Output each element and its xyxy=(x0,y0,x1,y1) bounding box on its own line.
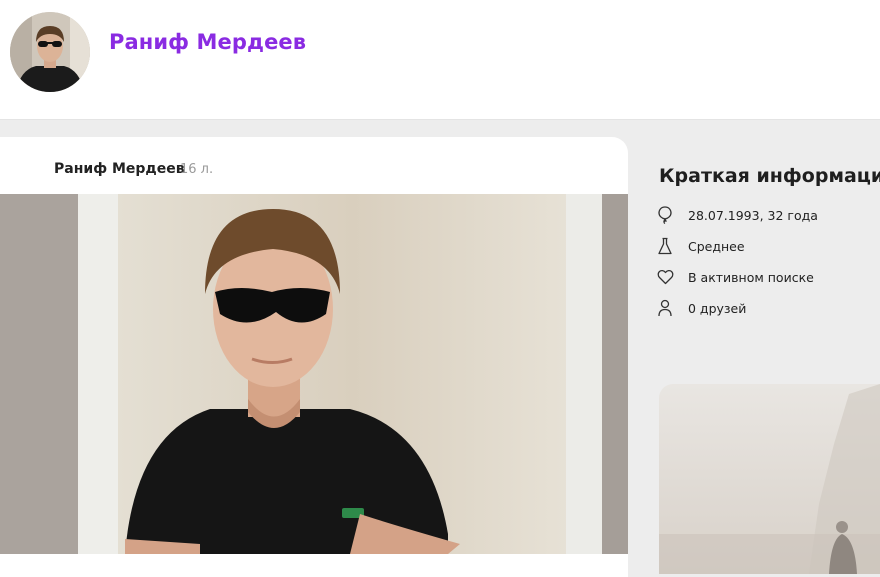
balloon-icon xyxy=(656,206,674,224)
post-author[interactable]: Раниф Мердеев xyxy=(54,161,185,177)
post-age: 16 л. xyxy=(180,162,214,177)
side-photo-image xyxy=(659,384,880,574)
flask-icon xyxy=(656,237,674,255)
side-photo[interactable] xyxy=(659,384,880,574)
info-status: В активном поиске xyxy=(656,266,880,288)
info-education: Среднее xyxy=(656,235,880,257)
person-icon xyxy=(656,299,674,317)
profile-name[interactable]: Раниф Мердеев xyxy=(109,30,306,54)
profile-header: Раниф Мердеев xyxy=(0,0,880,120)
info-status-text: В активном поиске xyxy=(688,269,814,285)
info-birthday: 28.07.1993, 32 года xyxy=(656,204,880,226)
post-photo[interactable] xyxy=(0,194,628,554)
avatar-photo xyxy=(10,12,90,92)
heart-icon xyxy=(656,268,674,286)
info-friends[interactable]: 0 друзей xyxy=(656,297,880,319)
post-card: Раниф Мердеев 16 л. xyxy=(0,137,628,577)
info-birthday-text: 28.07.1993, 32 года xyxy=(688,207,818,223)
info-friends-text: 0 друзей xyxy=(688,300,747,316)
info-education-text: Среднее xyxy=(688,238,745,254)
info-title: Краткая информация xyxy=(659,165,880,187)
avatar[interactable] xyxy=(10,12,90,92)
post-photo-image xyxy=(0,194,628,554)
